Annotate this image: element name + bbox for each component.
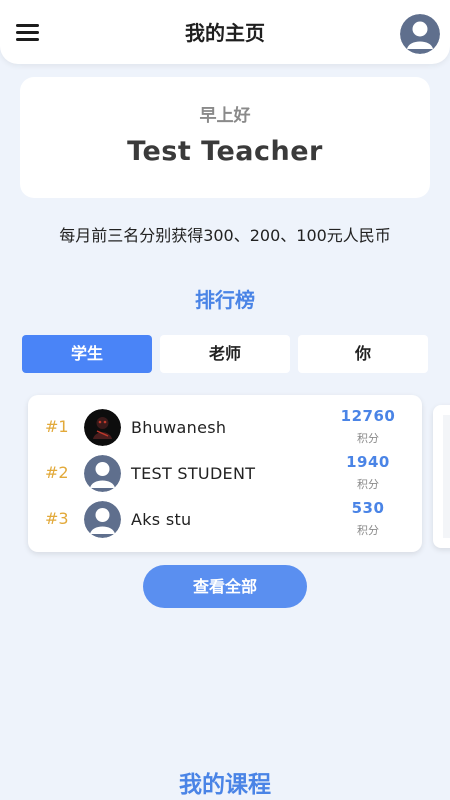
points-unit: 积分 <box>357 524 379 537</box>
my-courses-title: 我的课程 <box>179 772 271 798</box>
prize-info-text: 每月前三名分别获得300、200、100元人民币 <box>59 226 391 245</box>
points-value: 12760 <box>340 407 396 425</box>
points-unit: 积分 <box>357 432 379 445</box>
view-all-button[interactable]: 查看全部 <box>143 565 307 608</box>
leaderboard-row[interactable]: #3 Aks stu 530 积分 <box>28 497 422 541</box>
profile-avatar-icon[interactable] <box>400 14 440 54</box>
rank-number: #2 <box>45 463 69 482</box>
leaderboard-row[interactable]: #1 Bhuwanesh 12760 积分 <box>28 405 422 449</box>
default-user-avatar-icon <box>84 501 121 538</box>
tab-students[interactable]: 学生 <box>22 335 152 373</box>
student-name: Aks stu <box>131 510 192 529</box>
page-title: 我的主页 <box>185 21 265 45</box>
leaderboard-title: 排行榜 <box>195 288 255 312</box>
rank-number: #3 <box>45 509 69 528</box>
leaderboard-card: #1 Bhuwanesh 12760 积分 #2 TEST STUDENT 19… <box>28 395 422 552</box>
user-name: Test Teacher <box>127 136 323 167</box>
rank-number: #1 <box>45 417 69 436</box>
tab-teachers[interactable]: 老师 <box>160 335 290 373</box>
points-unit: 积分 <box>357 478 379 491</box>
greeting-subtitle: 早上好 <box>199 106 251 126</box>
leaderboard-row[interactable]: #2 TEST STUDENT 1940 积分 <box>28 451 422 495</box>
points-value: 530 <box>351 499 385 517</box>
student-name: Bhuwanesh <box>131 418 227 437</box>
default-user-avatar-icon <box>84 455 121 492</box>
tab-you[interactable]: 你 <box>298 335 428 373</box>
greeting-card: 早上好 Test Teacher <box>20 77 430 198</box>
dark-photo-avatar-icon <box>84 409 121 446</box>
points-value: 1940 <box>346 453 390 471</box>
next-leaderboard-card[interactable] <box>433 405 450 548</box>
student-name: TEST STUDENT <box>131 464 256 483</box>
app-bar: 我的主页 <box>0 0 450 64</box>
